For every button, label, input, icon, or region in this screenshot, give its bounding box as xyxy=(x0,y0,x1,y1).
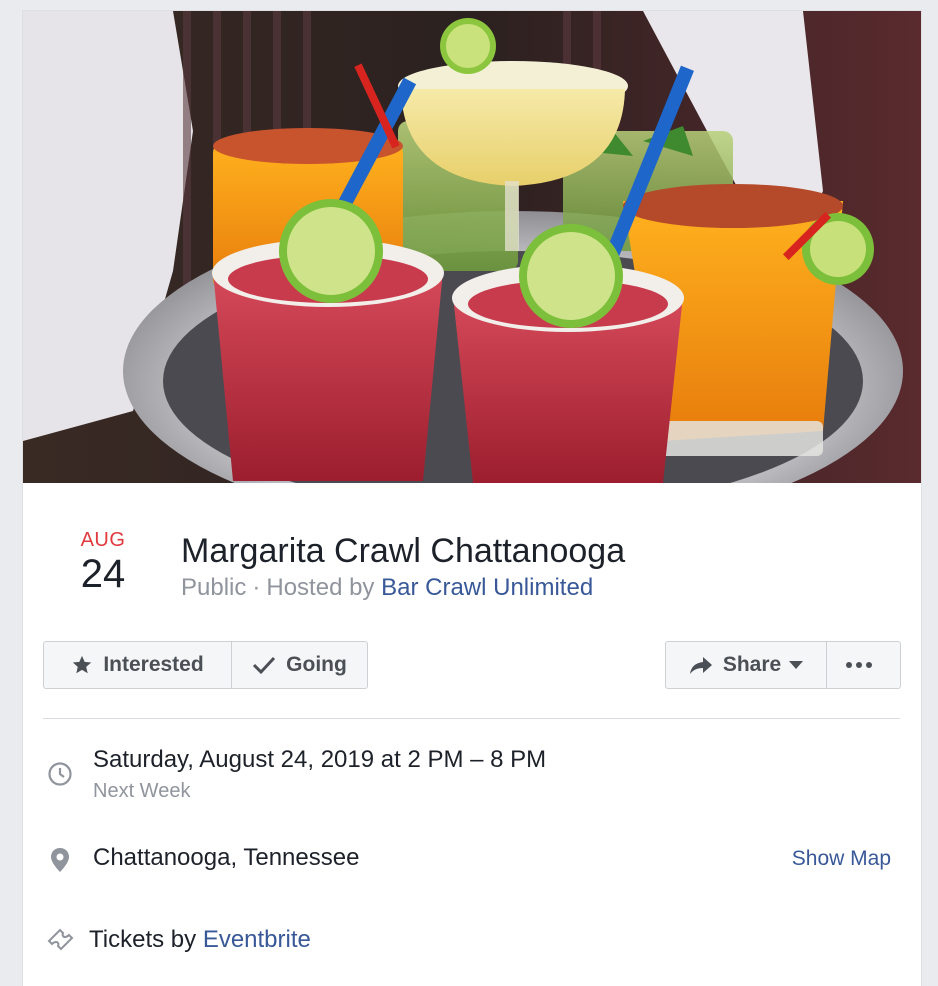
interested-label: Interested xyxy=(103,653,204,676)
cocktails-image xyxy=(23,11,921,483)
event-date-badge: AUG 24 xyxy=(63,529,143,597)
more-options-button[interactable] xyxy=(826,642,900,688)
subtitle-separator: · xyxy=(252,574,261,601)
event-month: AUG xyxy=(80,529,126,551)
going-button[interactable]: Going xyxy=(231,642,367,688)
section-divider xyxy=(43,718,900,719)
tickets-label: Tickets by xyxy=(89,926,197,953)
eventbrite-link[interactable]: Eventbrite xyxy=(203,926,311,953)
event-subtitle: Public · Hosted by Bar Crawl Unlimited xyxy=(181,573,593,603)
event-datetime[interactable]: Saturday, August 24, 2019 at 2 PM – 8 PM xyxy=(93,745,546,775)
hosted-by-label: Hosted by xyxy=(266,574,375,601)
event-location[interactable]: Chattanooga, Tennessee xyxy=(93,843,359,873)
event-card: AUG 24 Margarita Crawl Chattanooga Publi… xyxy=(22,10,922,986)
star-icon xyxy=(73,655,92,674)
rsvp-button-group: Interested Going xyxy=(43,641,368,689)
event-privacy: Public xyxy=(181,574,247,601)
check-icon xyxy=(253,656,276,675)
map-pin-icon xyxy=(51,848,69,872)
tickets-row: Tickets by Eventbrite xyxy=(89,925,311,955)
share-label: Share xyxy=(722,653,782,676)
going-label: Going xyxy=(286,653,347,676)
event-relative-time: Next Week xyxy=(93,780,191,802)
event-cover-photo[interactable] xyxy=(23,11,921,483)
clock-icon xyxy=(48,762,72,786)
show-map-link[interactable]: Show Map xyxy=(792,846,891,872)
ticket-icon xyxy=(47,928,74,951)
more-dots-icon xyxy=(845,662,872,668)
event-day: 24 xyxy=(80,552,126,596)
chevron-down-icon xyxy=(789,661,804,669)
interested-button[interactable]: Interested xyxy=(44,642,231,688)
share-button-group: Share xyxy=(665,641,901,689)
host-link[interactable]: Bar Crawl Unlimited xyxy=(381,574,593,601)
share-button[interactable]: Share xyxy=(666,642,826,688)
event-title: Margarita Crawl Chattanooga xyxy=(181,532,626,570)
share-arrow-icon xyxy=(689,657,712,674)
